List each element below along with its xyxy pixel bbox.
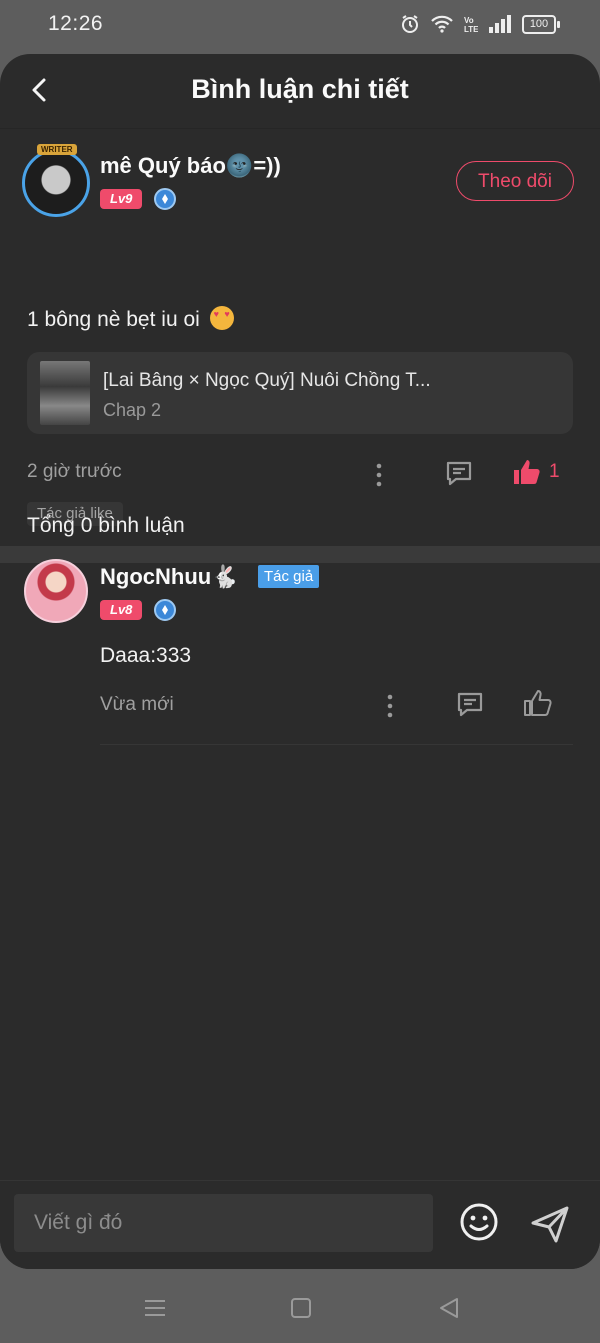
story-thumbnail — [40, 361, 90, 425]
battery-icon: 100 — [522, 14, 560, 34]
home-icon[interactable] — [287, 1294, 315, 1322]
alarm-icon — [402, 15, 418, 33]
comment-time: 2 giờ trước — [27, 461, 122, 482]
verified-icon — [154, 599, 176, 621]
volte-icon: VoLTE — [464, 16, 478, 34]
follow-button[interactable]: Theo dõi — [456, 161, 574, 201]
header: Bình luận chi tiết — [0, 54, 600, 129]
like-count: 1 — [549, 461, 560, 482]
battery-level: 100 — [522, 14, 556, 34]
main-comment: WRITER mê Quý báo🌚=)) Lv9 Theo dõi 1 bôn… — [0, 129, 600, 563]
level-badge: Lv8 — [100, 600, 143, 620]
story-title: [Lai Bâng × Ngọc Quý] Nuôi Chồng T... — [103, 370, 431, 391]
reply-icon[interactable] — [455, 689, 485, 719]
avatar[interactable] — [24, 559, 88, 623]
more-options-icon[interactable] — [387, 694, 393, 718]
back-nav-icon[interactable] — [435, 1294, 463, 1322]
total-comments: Tổng 0 bình luận — [27, 514, 185, 537]
divider — [100, 744, 573, 745]
comment-input[interactable] — [14, 1194, 433, 1252]
emoji-button[interactable] — [459, 1202, 499, 1242]
reply-username[interactable]: NgocNhuu🐇 — [100, 564, 239, 590]
svg-text:LTE: LTE — [464, 25, 478, 34]
author-tag: Tác giả — [258, 565, 320, 588]
menu-icon[interactable] — [141, 1294, 169, 1322]
reply-time: Vừa mới — [100, 694, 174, 715]
status-time: 12:26 — [48, 12, 104, 35]
comment-username[interactable]: mê Quý báo🌚=)) — [100, 153, 281, 179]
status-icons: Vo LTE 100 — [400, 14, 560, 34]
writer-badge: WRITER — [37, 144, 77, 155]
status-bar: 12:26 Vo LTE 100 — [0, 0, 600, 52]
signal-icon — [489, 15, 511, 33]
reply-icon[interactable] — [444, 458, 474, 488]
level-badge: Lv9 — [100, 189, 143, 209]
heart-eyes-cat-emoji — [209, 306, 234, 330]
wifi-icon — [431, 15, 453, 33]
system-nav-bar — [0, 1272, 600, 1343]
comment-text: 1 bông nè bẹt iu oi — [27, 306, 234, 332]
send-button[interactable] — [528, 1202, 572, 1246]
story-chapter: Chap 2 — [103, 400, 162, 420]
more-options-icon[interactable] — [376, 463, 382, 487]
like-icon[interactable] — [511, 457, 541, 487]
verified-icon — [154, 188, 176, 210]
section-divider — [0, 546, 600, 563]
comment-input-bar — [0, 1180, 600, 1269]
avatar[interactable]: WRITER — [22, 144, 90, 217]
reply-text: Daaa:333 — [100, 644, 192, 667]
page-title: Bình luận chi tiết — [191, 74, 409, 104]
story-card[interactable]: [Lai Bâng × Ngọc Quý] Nuôi Chồng T... Ch… — [27, 352, 573, 434]
like-icon[interactable] — [522, 688, 552, 718]
svg-text:Vo: Vo — [464, 16, 474, 25]
comment-actions: 2 giờ trước 1 — [27, 457, 573, 493]
comment-detail-panel: Bình luận chi tiết WRITER mê Quý báo🌚=))… — [0, 54, 600, 1269]
